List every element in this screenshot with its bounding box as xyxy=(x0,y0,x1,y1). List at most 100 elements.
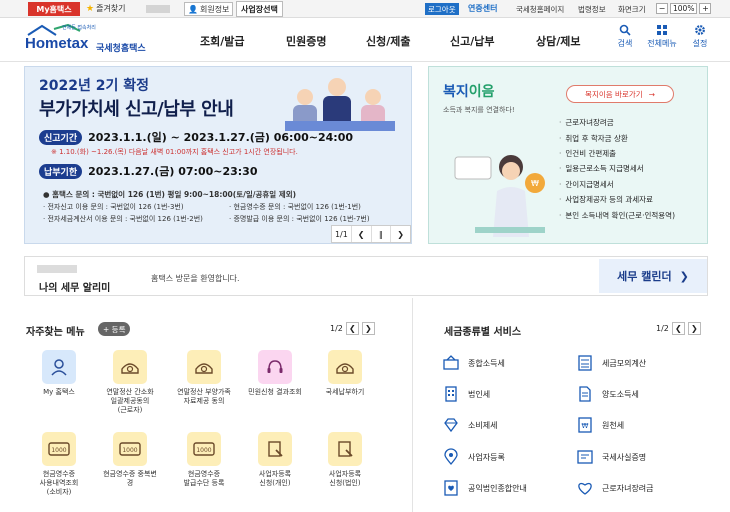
business-select-button[interactable]: 사업장선택 xyxy=(236,1,283,17)
stamp-icon xyxy=(268,441,283,457)
my-hometax-button[interactable]: My홈택스 xyxy=(28,2,80,16)
filing-period-tag: 신고기간 xyxy=(39,129,83,145)
all-menu-button[interactable]: 전체메뉴 xyxy=(642,24,682,49)
service-earned-income-credit[interactable]: 근로자녀장려금 xyxy=(576,479,654,497)
welfare-item[interactable]: 근로자녀장려금 xyxy=(559,115,675,130)
welfare-item[interactable]: 본인 소득내역 확인(근로·인적용역) xyxy=(559,207,675,222)
favorites-link[interactable]: ★ 즐겨찾기 xyxy=(86,3,126,14)
screen-size-label: 화면크기 xyxy=(618,5,646,14)
filing-period-value: 2023.1.1.(일) ~ 2023.1.27.(금) 06:00~24:00 xyxy=(88,131,353,144)
vat-notice-banner[interactable]: 2022년 2기 확정 부가가치세 신고/납부 안내 신고기간 2023.1.1… xyxy=(24,66,412,244)
faq-add-button[interactable]: + 등록 xyxy=(98,322,131,336)
receipt-icon: 1000 xyxy=(48,442,70,456)
tax-calendar-button[interactable]: 세무 캘린더 ❯ xyxy=(599,259,707,293)
building-icon xyxy=(445,386,457,402)
tax-notifier-bar: 나의 세무 알리미 홈택스 방문을 환영합니다. 세무 캘린더 ❯ xyxy=(24,256,708,296)
faq-item-year-end-consent[interactable]: 연말정산 간소화 일괄제공동의 (근로자) xyxy=(95,350,165,415)
document-icon xyxy=(579,386,591,402)
hometax-logo[interactable]: 언제든 접속처리 Hometax 국세청홈택스 xyxy=(24,23,159,57)
zoom-out-button[interactable]: − xyxy=(656,3,668,14)
inquiry-cash-receipt: · 현금영수증 문의 : 국번없이 126 (1번-1번) xyxy=(229,203,361,211)
service-income-tax[interactable]: 종합소득세 xyxy=(442,354,505,372)
certificate-icon xyxy=(577,450,593,464)
zoom-value: 100% xyxy=(670,3,698,14)
pin-icon xyxy=(444,448,458,465)
filing-extension-note: ※ 1.10.(화) ~1.26.(목) 다음날 새벽 01:00까지 홈택스 … xyxy=(51,148,298,156)
welfare-item[interactable]: 사업장제공자 등의 과세자료 xyxy=(559,192,675,207)
faq-prev-button[interactable]: ❮ xyxy=(345,322,359,335)
svg-text:1000: 1000 xyxy=(122,447,137,454)
services-prev-button[interactable]: ❮ xyxy=(671,322,685,335)
person-icon: 👤 xyxy=(188,4,198,14)
welfare-list: 근로자녀장려금 취업 후 학자금 상환 인건비 간편제출 일용근로소득 지급명세… xyxy=(559,115,675,223)
service-business-registration[interactable]: 사업자등록 xyxy=(442,448,505,466)
svg-text:₩: ₩ xyxy=(531,179,539,188)
payment-deadline-row: 납부기한 2023.1.27.(금) 07:00~23:30 xyxy=(39,163,258,179)
faq-item-biz-reg-corporate[interactable]: 사업자등록 신청(법인) xyxy=(310,432,380,488)
tax-doc-icon xyxy=(195,363,213,374)
heart-icon xyxy=(578,482,592,495)
nav-consult-report[interactable]: 상담/제보 xyxy=(536,33,581,49)
service-public-corp-guide[interactable]: 공익법인종합안내 xyxy=(442,479,527,497)
search-button[interactable]: 검색 xyxy=(605,24,645,49)
arrow-right-icon: → xyxy=(648,89,655,99)
services-page-indicator: 1/2 xyxy=(656,324,669,333)
nav-inquiry-issue[interactable]: 조회/발급 xyxy=(200,33,245,49)
faq-item-cash-receipt-history[interactable]: 1000 현금영수증 사용내역조회 (소비자) xyxy=(24,432,94,497)
inquiry-efiling: · 전자신고 이용 문의 : 국번없이 126 (1번-3번) xyxy=(43,203,184,211)
welfare-link-panel: 복지이음 소득과 복지를 연결하다! 복지이음 바로가기→ ₩ 근로자녀장려금 … xyxy=(428,66,708,244)
faq-item-cash-receipt-register[interactable]: 1000 현금영수증 발급수단 등록 xyxy=(169,432,239,488)
welfare-subtitle: 소득과 복지를 연결하다! xyxy=(443,106,515,114)
faq-item-cash-receipt-change[interactable]: 1000 현금영수증 중복변 경 xyxy=(95,432,165,488)
service-tax-certificate[interactable]: 국세사실증명 xyxy=(576,448,646,466)
faq-item-biz-reg-personal[interactable]: 사업자등록 신청(개인) xyxy=(240,432,310,488)
nts-homepage-link[interactable]: 국세청홈페이지 xyxy=(516,4,564,15)
service-withholding-tax[interactable]: ₩ 원천세 xyxy=(576,416,624,434)
inquiry-main: ● 홈택스 문의 : 국번없이 126 (1번) 평일 9:00~18:00(토… xyxy=(43,190,297,199)
nav-report-pay[interactable]: 신고/납부 xyxy=(450,33,495,49)
welfare-item[interactable]: 취업 후 학자금 상환 xyxy=(559,130,675,145)
zoom-control: − 100% + xyxy=(656,3,712,14)
utility-bar: My홈택스 ★ 즐겨찾기 👤 회원정보 사업장선택 로그아웃 연중센터 국세청홈페이… xyxy=(0,0,730,18)
service-transfer-tax[interactable]: 양도소득세 xyxy=(576,385,639,403)
logout-button[interactable]: 로그아웃 xyxy=(425,3,459,15)
welfare-item[interactable]: 간이지급명세서 xyxy=(559,177,675,192)
receipt-icon: 1000 xyxy=(119,442,141,456)
welfare-illustration: ₩ xyxy=(454,155,545,237)
service-corporate-tax[interactable]: 법인세 xyxy=(442,385,490,403)
services-next-button[interactable]: ❯ xyxy=(687,322,701,335)
nav-civil-certificate[interactable]: 민원증명 xyxy=(286,33,326,49)
user-icon xyxy=(51,359,67,376)
svg-text:1000: 1000 xyxy=(196,447,211,454)
notifier-title: 나의 세무 알리미 xyxy=(39,283,111,294)
service-tax-simulation[interactable]: 세금모의계산 xyxy=(576,354,646,372)
faq-next-button[interactable]: ❯ xyxy=(361,322,375,335)
faq-item-my-hometax[interactable]: My 홈택스 xyxy=(24,350,94,397)
banner-next-button[interactable]: ❯ xyxy=(391,226,410,242)
nav-apply-submit[interactable]: 신청/제출 xyxy=(366,33,411,49)
banner-pause-button[interactable]: ‖ xyxy=(372,226,392,242)
notifier-message: 홈택스 방문을 환영합니다. xyxy=(151,274,240,283)
banner-prev-button[interactable]: ❮ xyxy=(352,226,372,242)
search-icon xyxy=(619,24,631,36)
filing-period-row: 신고기간 2023.1.1.(일) ~ 2023.1.27.(금) 06:00~… xyxy=(39,129,353,145)
faq-pager: 1/2 ❮ ❯ xyxy=(330,322,375,335)
contact-center-link[interactable]: 연중센터 xyxy=(468,3,497,14)
tax-doc-icon xyxy=(121,363,139,374)
user-name-masked xyxy=(37,265,77,273)
faq-item-civil-result[interactable]: 민원신청 결과조회 xyxy=(240,350,310,397)
law-info-link[interactable]: 법령정보 xyxy=(578,4,606,15)
service-consumption-tax[interactable]: 소비제세 xyxy=(442,416,497,434)
welfare-item[interactable]: 인건비 간편제출 xyxy=(559,146,675,161)
charity-icon xyxy=(444,480,458,496)
chevron-right-icon: ❯ xyxy=(679,269,689,283)
member-info-button[interactable]: 👤 회원정보 xyxy=(184,2,234,16)
zoom-in-button[interactable]: + xyxy=(699,3,712,14)
faq-item-dependent-consent[interactable]: 연말정산 부양가족 자료제공 동의 xyxy=(169,350,239,406)
faq-item-tax-payment[interactable]: 국세납부하기 xyxy=(310,350,380,397)
banner-pager: 1/1 ❮ ‖ ❯ xyxy=(331,225,411,243)
settings-button[interactable]: 설정 xyxy=(680,24,720,49)
welfare-item[interactable]: 일용근로소득 지급명세서 xyxy=(559,161,675,176)
faq-page-indicator: 1/2 xyxy=(330,324,343,333)
welfare-shortcut-button[interactable]: 복지이음 바로가기 → xyxy=(566,85,674,103)
